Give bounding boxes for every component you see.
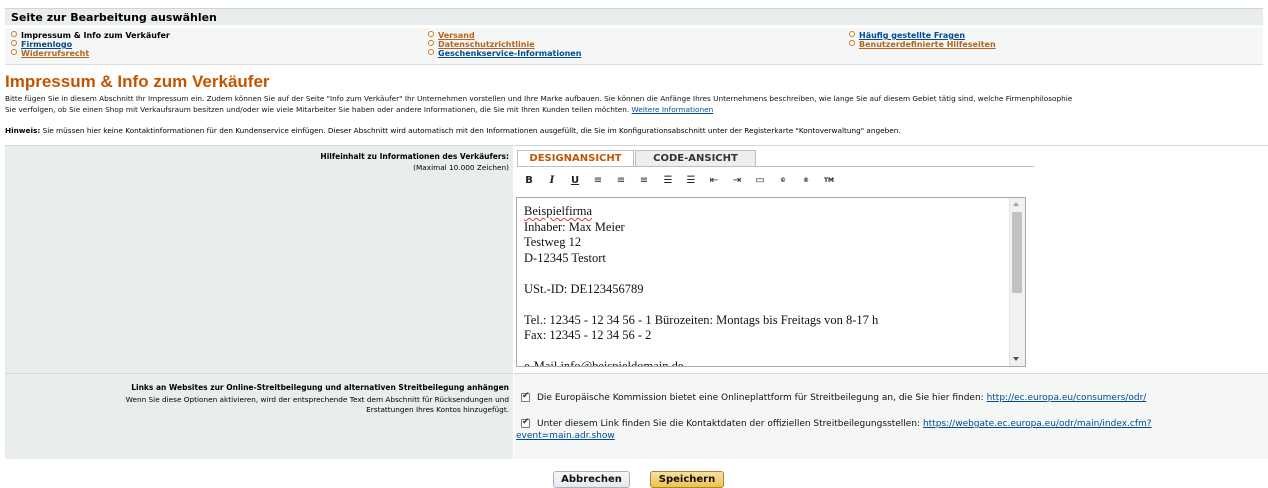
tab-code-view[interactable]: CODE-ANSICHT	[635, 150, 756, 166]
odr-bodies-link-cont[interactable]: event=main.adr.show	[516, 431, 615, 441]
editor-line: Inhaber: Max Meier	[524, 219, 625, 234]
section-item-firmenlogo[interactable]: Firmenlogo	[11, 40, 170, 49]
hint-text: Hinweis: Sie müssen hier keine Kontaktin…	[5, 125, 901, 136]
editor-line: e-Mail info@beispieldomain.de	[524, 359, 684, 367]
intro-line-text: Sie verfolgen, ob Sie einen Shop mit Ver…	[5, 105, 630, 114]
intro-line: Sie verfolgen, ob Sie einen Shop mit Ver…	[5, 104, 1267, 115]
editor-line: Fax: 12345 - 12 34 56 - 2	[524, 328, 652, 342]
align-right-icon[interactable]: ≡	[636, 174, 652, 188]
editor-line: Tel.: 12345 - 12 34 56 - 1 Bürozeiten: M…	[524, 312, 879, 327]
italic-icon[interactable]: I	[544, 174, 560, 188]
odr-field-sublabel: Wenn Sie diese Optionen aktivieren, wird…	[125, 395, 509, 404]
section-item-widerrufsrecht[interactable]: Widerrufsrecht	[11, 49, 170, 58]
copyright-icon[interactable]: ©	[775, 174, 791, 188]
bullet-icon	[849, 40, 855, 46]
editor-blank-line	[524, 344, 878, 360]
odr-checkbox-1[interactable]	[521, 391, 530, 402]
odr-option-1-text: Die Europäische Kommission bietet eine O…	[537, 393, 984, 403]
cancel-button[interactable]: Abbrechen	[553, 471, 630, 488]
editor-field-label: Hilfeinhalt zu Informationen des Verkäuf…	[320, 152, 509, 161]
odr-field-label: Links an Websites zur Online-Streitbeile…	[131, 383, 509, 392]
odr-platform-link[interactable]: http://ec.europa.eu/consumers/odr/	[987, 393, 1147, 403]
section-column-3: Häufig gestellte Fragen Benutzerdefinier…	[849, 31, 996, 49]
page-title: Impressum & Info zum Verkäufer	[5, 72, 270, 91]
bullet-icon	[428, 40, 434, 46]
editor-blank-line	[524, 297, 878, 313]
registered-icon[interactable]: ®	[798, 174, 814, 188]
unordered-list-icon[interactable]: ☰	[683, 174, 699, 188]
editor-line: D-12345 Testort	[524, 250, 606, 265]
tab-design-view[interactable]: DESIGNANSICHT	[517, 150, 634, 166]
save-button[interactable]: Speichern	[650, 471, 724, 488]
indent-icon[interactable]: ⇥	[729, 174, 745, 188]
editor-line: Beispielfirma	[524, 204, 593, 218]
intro-line: Bitte fügen Sie in diesem Abschnitt Ihr …	[5, 94, 1073, 103]
section-column-2: Versand Datenschutzrichtlinie Geschenkse…	[428, 31, 581, 58]
more-info-link[interactable]: Weitere Informationen	[632, 105, 714, 114]
section-column-1: Impressum & Info zum Verkäufer Firmenlog…	[11, 31, 170, 58]
editor-blank-line	[524, 266, 878, 282]
odr-option-2: Unter diesem Link finden Sie die Kontakt…	[537, 418, 1152, 430]
bullet-icon	[11, 40, 17, 46]
scroll-thumb[interactable]	[1012, 212, 1022, 293]
section-chooser: Impressum & Info zum Verkäufer Firmenlog…	[5, 28, 1263, 65]
section-item-versand[interactable]: Versand	[428, 31, 581, 40]
bullet-icon	[428, 49, 434, 55]
editor-line: USt.-ID: DE123456789	[524, 281, 644, 296]
ordered-list-icon[interactable]: ☰	[660, 174, 676, 188]
trademark-icon[interactable]: TM	[821, 174, 837, 188]
bold-icon[interactable]: B	[521, 174, 537, 188]
odr-checkbox-2[interactable]	[521, 417, 530, 428]
bullet-icon	[11, 31, 17, 37]
editor-label-cell: Hilfeinhalt zu Informationen des Verkäuf…	[5, 145, 513, 373]
section-item-faq[interactable]: Häufig gestellte Fragen	[849, 31, 996, 40]
bullet-icon	[11, 49, 17, 55]
hint-label: Hinweis:	[5, 126, 41, 135]
section-item-datenschutz[interactable]: Datenschutzrichtlinie	[428, 40, 581, 49]
outdent-icon[interactable]: ⇤	[706, 174, 722, 188]
odr-field-sublabel: Erstattungen Ihres Kontos hinzugefügt.	[366, 405, 509, 414]
editor-field-sublabel: (Maximal 10.000 Zeichen)	[413, 163, 509, 172]
odr-label-cell: Links an Websites zur Online-Streitbeile…	[5, 373, 513, 459]
intro-text: Bitte fügen Sie in diesem Abschnitt Ihr …	[5, 93, 1267, 115]
tab-divider	[517, 166, 1034, 167]
section-chooser-title: Seite zur Bearbeitung auswählen	[5, 8, 1263, 25]
editor-line: Testweg 12	[524, 235, 582, 249]
section-item-geschenkservice[interactable]: Geschenkservice-Informationen	[428, 49, 581, 58]
editor-content[interactable]: Beispielfirma Inhaber: Max Meier Testweg…	[524, 204, 879, 367]
odr-option-2-text: Unter diesem Link finden Sie die Kontakt…	[537, 419, 921, 429]
scroll-down-icon[interactable]	[1013, 357, 1019, 361]
bullet-icon	[849, 31, 855, 37]
bullet-icon	[428, 31, 434, 37]
scroll-up-icon[interactable]	[1013, 202, 1019, 206]
odr-options-cell	[514, 373, 1268, 459]
section-item-custom-help[interactable]: Benutzerdefinierte Hilfeseiten	[849, 40, 996, 49]
underline-icon[interactable]: U	[567, 174, 583, 188]
odr-option-2-cont: event=main.adr.show	[516, 430, 615, 442]
align-left-icon[interactable]: ≡	[590, 174, 606, 188]
rich-text-editor[interactable]: Beispielfirma Inhaber: Max Meier Testweg…	[516, 197, 1026, 367]
editor-scrollbar[interactable]	[1009, 198, 1025, 366]
section-item-impressum: Impressum & Info zum Verkäufer	[11, 31, 170, 40]
align-center-icon[interactable]: ≡	[613, 174, 629, 188]
hint-body: Sie müssen hier keine Kontaktinformation…	[42, 126, 901, 135]
odr-option-1: Die Europäische Kommission bietet eine O…	[537, 392, 1146, 404]
horizontal-rule-icon[interactable]: ▭	[752, 174, 768, 188]
odr-bodies-link[interactable]: https://webgate.ec.europa.eu/odr/main/in…	[923, 419, 1152, 429]
